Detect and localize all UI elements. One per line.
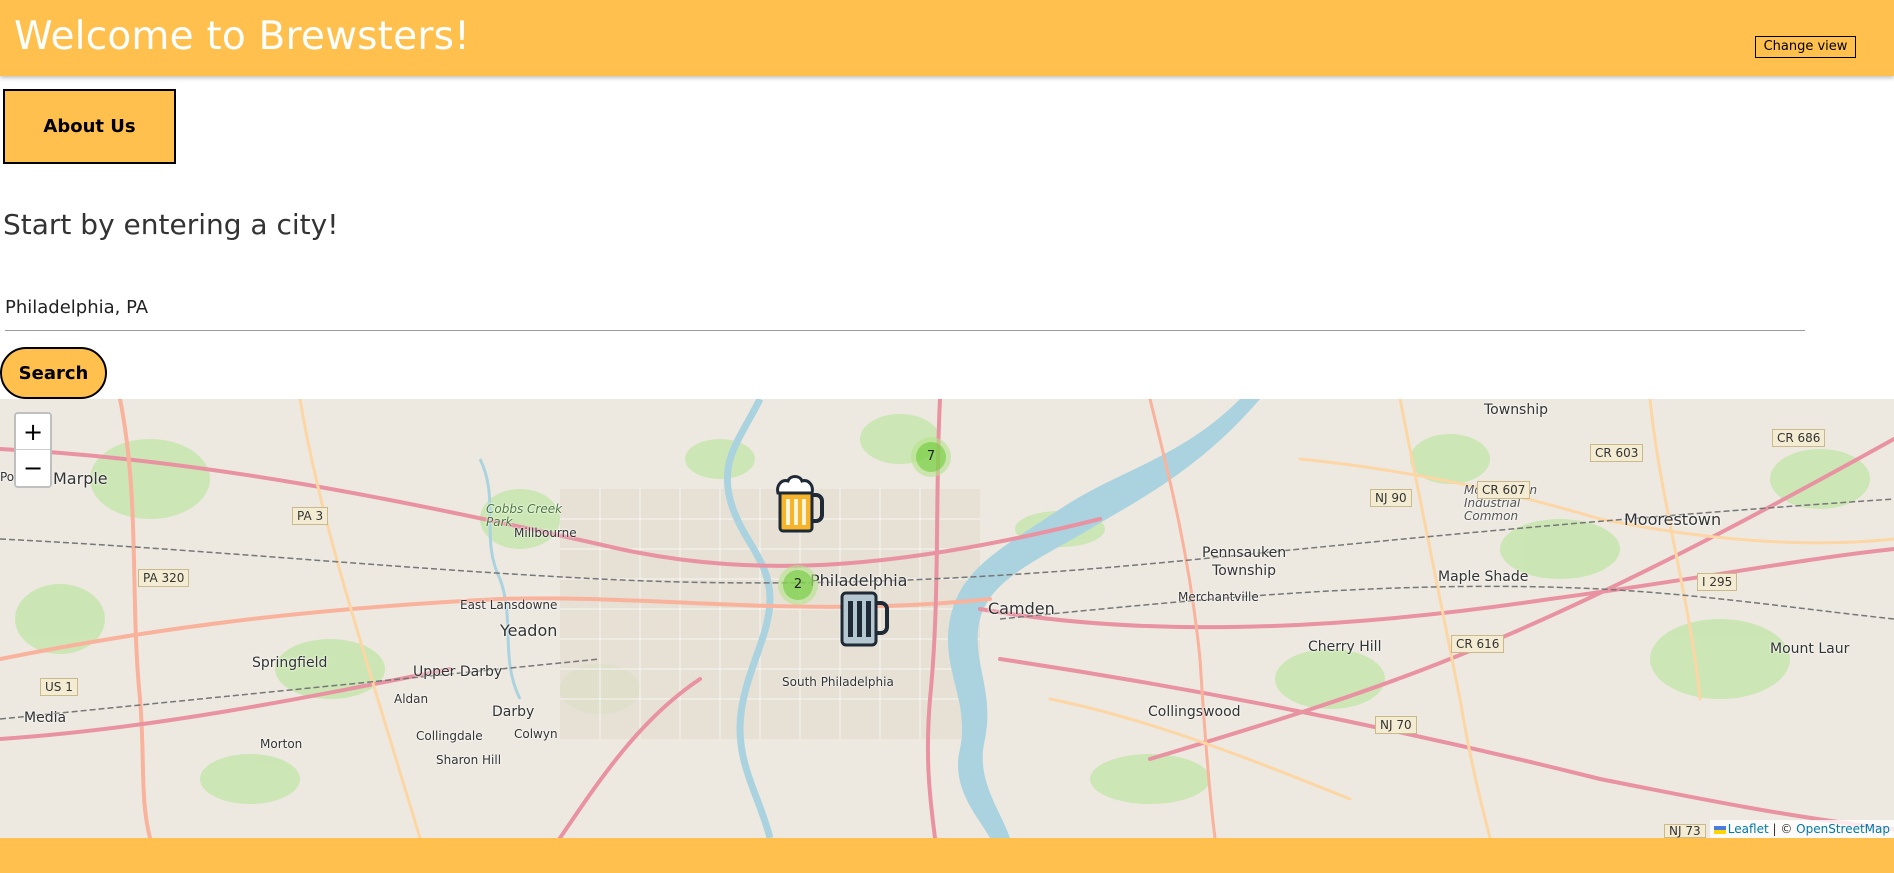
route-shield: CR 686 bbox=[1772, 429, 1826, 447]
map-label-upper-darby: Upper Darby bbox=[413, 664, 503, 680]
map-label-aldan: Aldan bbox=[394, 692, 429, 706]
map-label-maple-shade: Maple Shade bbox=[1438, 569, 1529, 585]
map-label-township: Township bbox=[1484, 402, 1549, 418]
search-button[interactable]: Search bbox=[0, 347, 107, 399]
map-label-moorestown: Moorestown bbox=[1624, 510, 1722, 529]
zoom-out-button[interactable]: − bbox=[16, 450, 50, 486]
search-prompt: Start by entering a city! bbox=[3, 208, 339, 241]
map-label-millbourne: Millbourne bbox=[514, 526, 577, 540]
map-label-pennsauken: Pennsauken Township bbox=[1202, 545, 1287, 579]
map-label-sharon-hill: Sharon Hill bbox=[436, 753, 502, 767]
route-shield: NJ 73 bbox=[1664, 824, 1706, 838]
marker-cluster[interactable]: 7 bbox=[911, 437, 951, 477]
route-shield: I 295 bbox=[1697, 573, 1738, 591]
beer-mug-full-icon[interactable] bbox=[776, 473, 824, 539]
route-shield: US 1 bbox=[40, 678, 78, 696]
map-label-east-lansdowne: East Lansdowne bbox=[460, 598, 558, 612]
map-label-merchantville: Merchantville bbox=[1178, 590, 1259, 604]
marker-cluster-count: 7 bbox=[916, 442, 946, 472]
leaflet-link[interactable]: Leaflet bbox=[1728, 822, 1769, 836]
attribution-separator: | © bbox=[1768, 822, 1797, 836]
map-attribution: Leaflet | © OpenStreetMap bbox=[1709, 820, 1894, 838]
route-shield: PA 3 bbox=[292, 507, 329, 525]
route-shield: CR 607 bbox=[1477, 481, 1531, 499]
map-label-collingswood: Collingswood bbox=[1148, 704, 1241, 720]
map-label-camden: Camden bbox=[988, 599, 1055, 618]
map-label-darby: Darby bbox=[492, 704, 535, 720]
route-shield: NJ 70 bbox=[1375, 716, 1417, 734]
openstreetmap-link[interactable]: OpenStreetMap bbox=[1796, 822, 1890, 836]
change-view-button[interactable]: Change view bbox=[1755, 36, 1856, 58]
map-label-yeadon: Yeadon bbox=[500, 621, 558, 640]
zoom-in-button[interactable]: + bbox=[16, 414, 50, 450]
marker-cluster-count: 2 bbox=[783, 570, 813, 600]
route-shield: CR 603 bbox=[1590, 444, 1644, 462]
route-shield: PA 320 bbox=[138, 569, 190, 587]
about-us-button[interactable]: About Us bbox=[3, 89, 176, 164]
map[interactable]: Township Marple Pointe Cobbs Creek Park … bbox=[0, 399, 1894, 838]
ukraine-flag-icon bbox=[1713, 825, 1726, 834]
map-label-mount-laurel: Mount Laur bbox=[1770, 641, 1850, 657]
app-header: Welcome to Brewsters! Change view bbox=[0, 0, 1894, 76]
route-shield: NJ 90 bbox=[1370, 489, 1412, 507]
zoom-control: + − bbox=[14, 412, 52, 488]
app-footer bbox=[0, 838, 1894, 873]
map-label-south-philadelphia: South Philadelphia bbox=[782, 675, 894, 689]
map-label-collingdale: Collingdale bbox=[416, 729, 483, 743]
map-label-cherry-hill: Cherry Hill bbox=[1308, 639, 1382, 655]
beer-mug-empty-icon[interactable] bbox=[838, 587, 892, 653]
app-title: Welcome to Brewsters! bbox=[14, 14, 470, 59]
map-label-morton: Morton bbox=[260, 737, 303, 751]
city-search-input[interactable] bbox=[5, 285, 1805, 331]
map-label-marple: Marple bbox=[53, 469, 108, 488]
route-shield: CR 616 bbox=[1451, 635, 1505, 653]
map-label-media: Media bbox=[24, 710, 67, 726]
map-label-colwyn: Colwyn bbox=[514, 727, 558, 741]
marker-cluster[interactable]: 2 bbox=[778, 565, 818, 605]
map-label-springfield: Springfield bbox=[252, 655, 328, 671]
